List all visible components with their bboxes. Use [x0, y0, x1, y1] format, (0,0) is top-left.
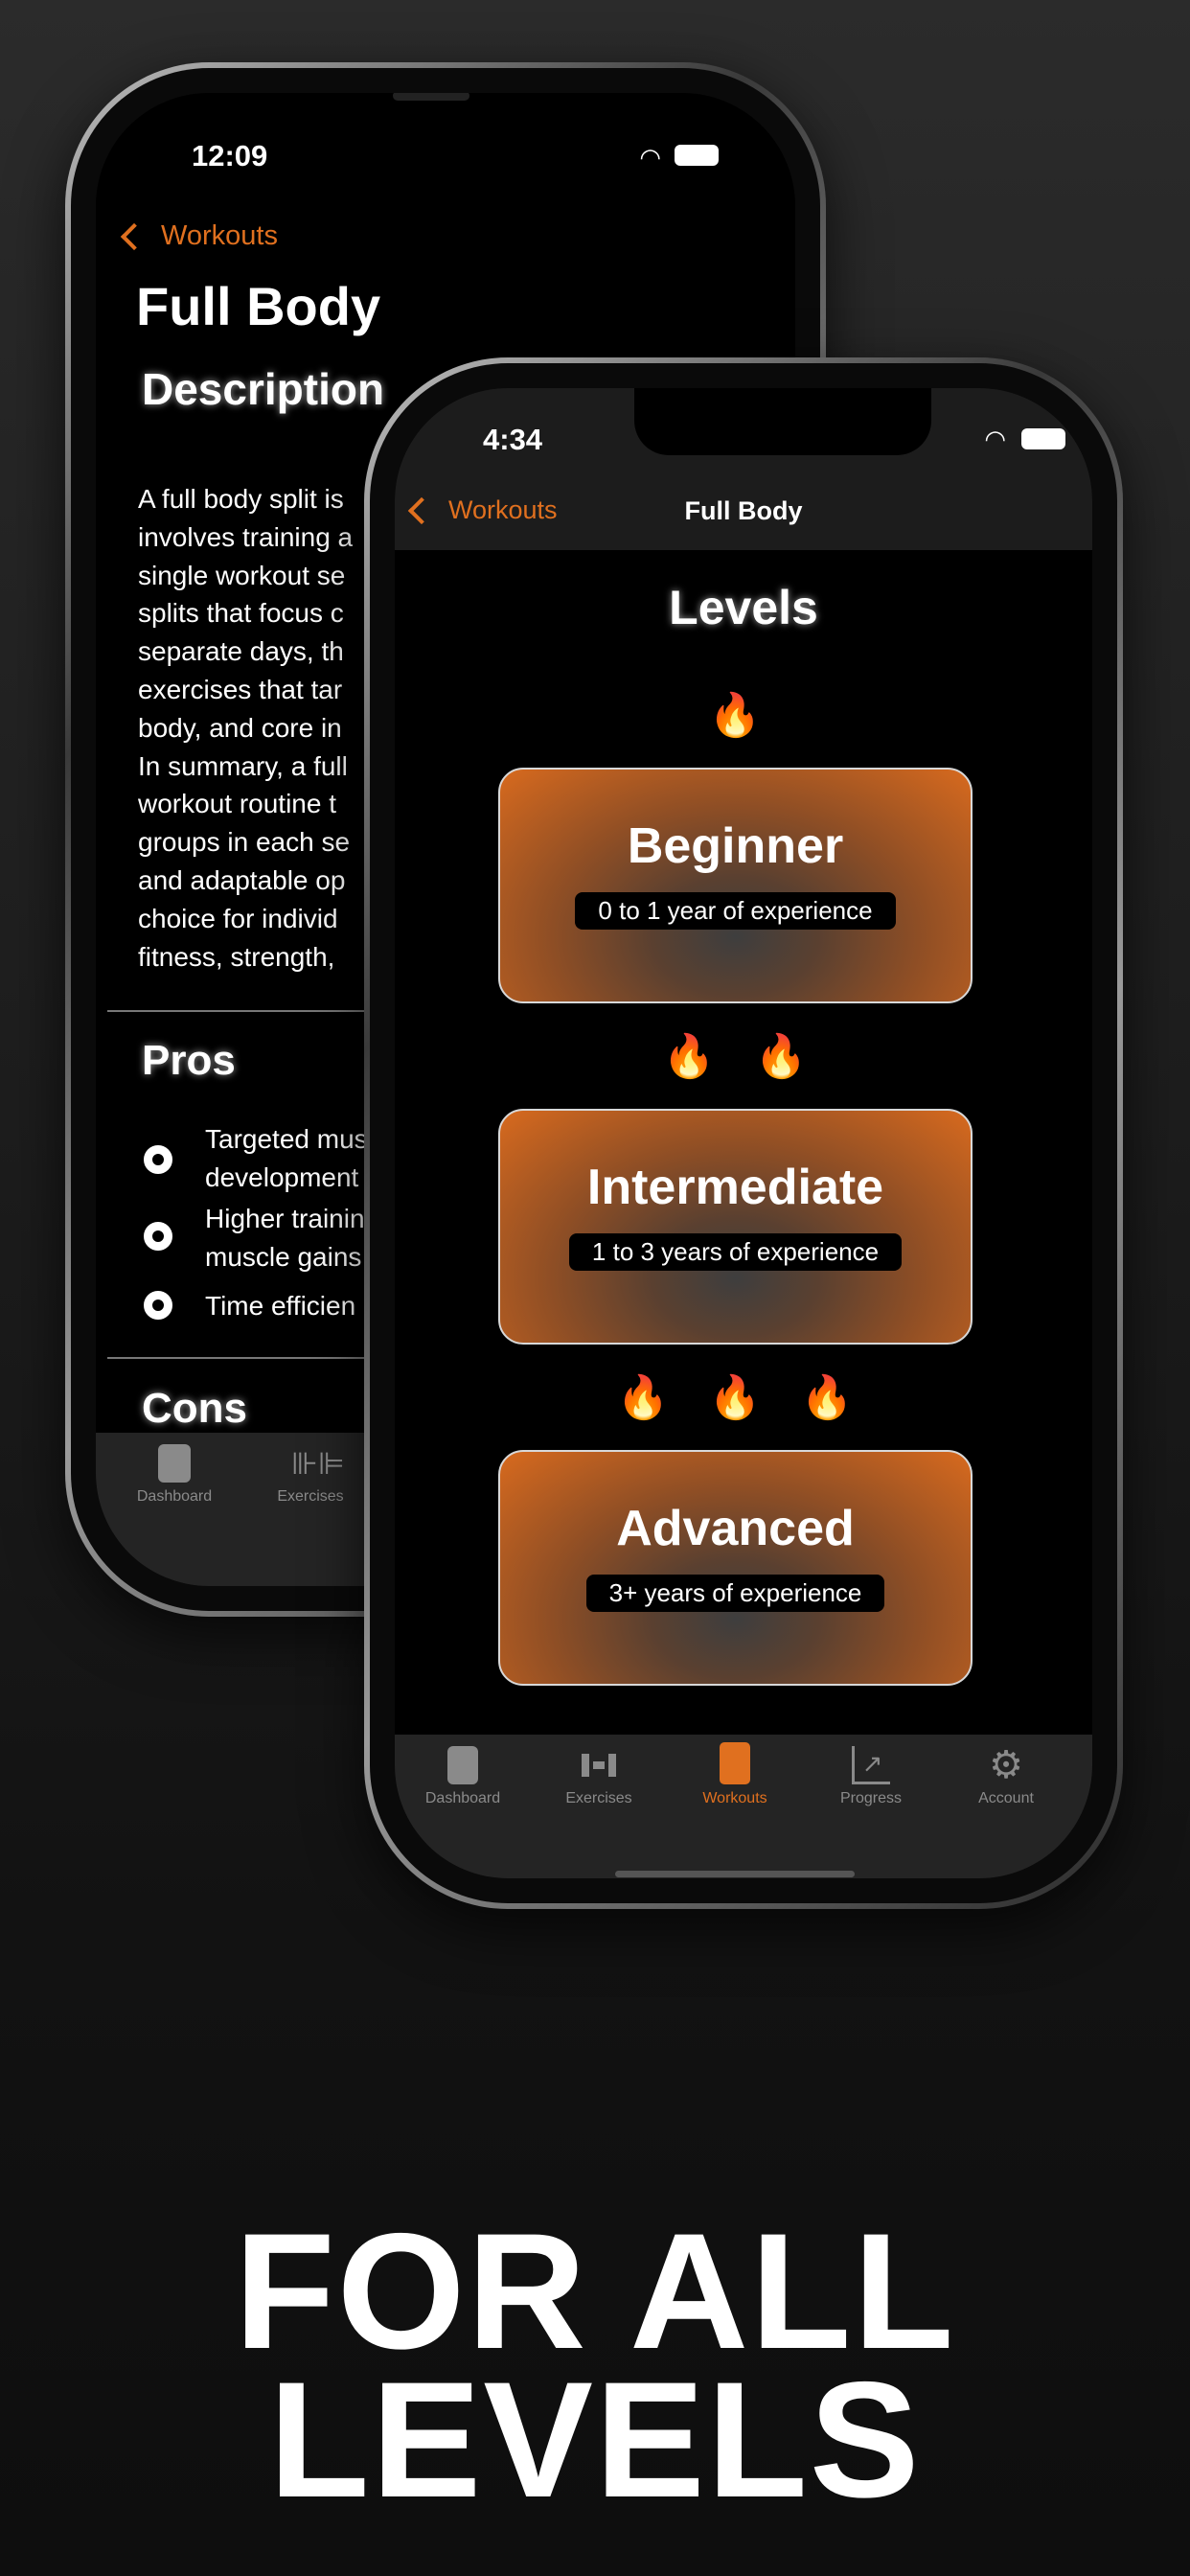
flame-icon: 🔥 [708, 692, 762, 739]
pros-heading: Pros [142, 1037, 236, 1084]
tab-account[interactable]: ⚙ Account [939, 1746, 1073, 1807]
tab-workouts[interactable]: Workouts [668, 1742, 802, 1807]
pro-item: Higher trainin muscle gains [205, 1200, 365, 1276]
tab-exercises[interactable]: ⊪⊫ Exercises [243, 1444, 378, 1506]
description-line: and adaptable op [138, 864, 346, 895]
front-phone: 4:34 ◠ Workouts Full Body Levels 🔥 Begin… [364, 357, 1123, 1909]
description-line: A full body split is [138, 484, 344, 514]
tab-label: Account [978, 1790, 1034, 1806]
tab-exercises[interactable]: Exercises [532, 1746, 666, 1807]
flame-icon: 🔥 [754, 1033, 808, 1080]
dashboard-icon [447, 1746, 478, 1784]
tab-dashboard[interactable]: Dashboard [396, 1746, 530, 1807]
back-button[interactable]: Workouts [120, 220, 278, 252]
bullet-icon [144, 1145, 172, 1174]
dumbbell-icon: ⊪⊫ [291, 1446, 345, 1481]
tab-label: Progress [839, 1790, 903, 1806]
description-line: groups in each se [138, 827, 351, 858]
back-label: Workouts [161, 220, 278, 251]
description-line: In summary, a full [138, 750, 348, 781]
level-card-advanced[interactable]: Advanced 3+ years of experience [498, 1450, 973, 1686]
description-text: A full body split is involves training a… [138, 480, 353, 976]
chart-icon: ↗ [852, 1746, 890, 1784]
levels-heading: Levels [669, 581, 818, 634]
nav-title: Full Body [684, 496, 803, 525]
level-experience: 1 to 3 years of experience [568, 1233, 903, 1271]
chevron-left-icon [120, 222, 149, 250]
pro-item: Targeted mus development [205, 1120, 368, 1197]
flame-icon: 🔥 [800, 1374, 854, 1421]
tab-dashboard[interactable]: Dashboard [107, 1444, 241, 1506]
description-heading: Description [142, 364, 385, 414]
level-experience: 0 to 1 year of experience [575, 892, 896, 930]
pro-line: Time efficien [205, 1291, 356, 1321]
tab-label: Exercises [565, 1790, 632, 1806]
speaker [393, 93, 469, 101]
front-screen: 4:34 ◠ Workouts Full Body Levels 🔥 Begin… [395, 388, 1092, 1878]
description-line: exercises that tar [138, 674, 343, 704]
tab-label: Dashboard [136, 1488, 213, 1505]
dashboard-icon [158, 1444, 191, 1483]
description-line: splits that focus c [138, 598, 344, 629]
cons-heading: Cons [142, 1385, 247, 1432]
flame-icon: 🔥 [708, 1374, 762, 1421]
description-line: workout routine t [138, 789, 336, 819]
pro-item: Time efficien [205, 1287, 355, 1325]
pro-line: muscle gains [205, 1241, 362, 1272]
description-line: fitness, strength, [138, 941, 335, 972]
home-indicator [615, 1871, 855, 1877]
gear-icon: ⚙ [989, 1744, 1023, 1786]
caption-line: LEVELS [268, 2348, 922, 2532]
tab-progress[interactable]: ↗ Progress [804, 1746, 938, 1807]
level-name: Beginner [627, 818, 844, 874]
description-line: choice for individ [138, 903, 338, 933]
dumbbell-icon [580, 1746, 618, 1784]
notch [634, 388, 931, 455]
description-line: separate days, th [138, 636, 344, 667]
status-time: 12:09 [192, 139, 268, 172]
tab-label: Dashboard [424, 1790, 501, 1806]
wifi-icon: ◠ [984, 425, 1006, 453]
description-line: involves training a [138, 521, 354, 552]
level-card-intermediate[interactable]: Intermediate 1 to 3 years of experience [498, 1109, 973, 1345]
clipboard-icon [720, 1742, 750, 1784]
battery-icon [675, 145, 719, 166]
tab-label: Workouts [702, 1790, 767, 1806]
pro-line: Targeted mus [205, 1124, 368, 1154]
flame-icon: 🔥 [616, 1374, 670, 1421]
level-card-beginner[interactable]: Beginner 0 to 1 year of experience [498, 768, 973, 1003]
tab-label: Exercises [277, 1488, 344, 1505]
level-experience: 3+ years of experience [585, 1575, 885, 1612]
level-name: Advanced [616, 1501, 855, 1556]
description-line: body, and core in [138, 712, 342, 743]
pro-line: development [205, 1162, 359, 1192]
battery-icon [1021, 428, 1065, 449]
status-time: 4:34 [483, 423, 543, 456]
level-name: Intermediate [586, 1160, 884, 1215]
flame-icon: 🔥 [662, 1033, 716, 1080]
wifi-icon: ◠ [639, 143, 661, 172]
bullet-icon [144, 1291, 172, 1320]
description-line: single workout se [138, 560, 346, 590]
tab-bar: Dashboard Exercises Workouts ↗ Progress ⚙… [395, 1735, 1092, 1878]
page-title: Full Body [136, 276, 381, 336]
pro-line: Higher trainin [205, 1204, 365, 1233]
bullet-icon [144, 1222, 172, 1251]
